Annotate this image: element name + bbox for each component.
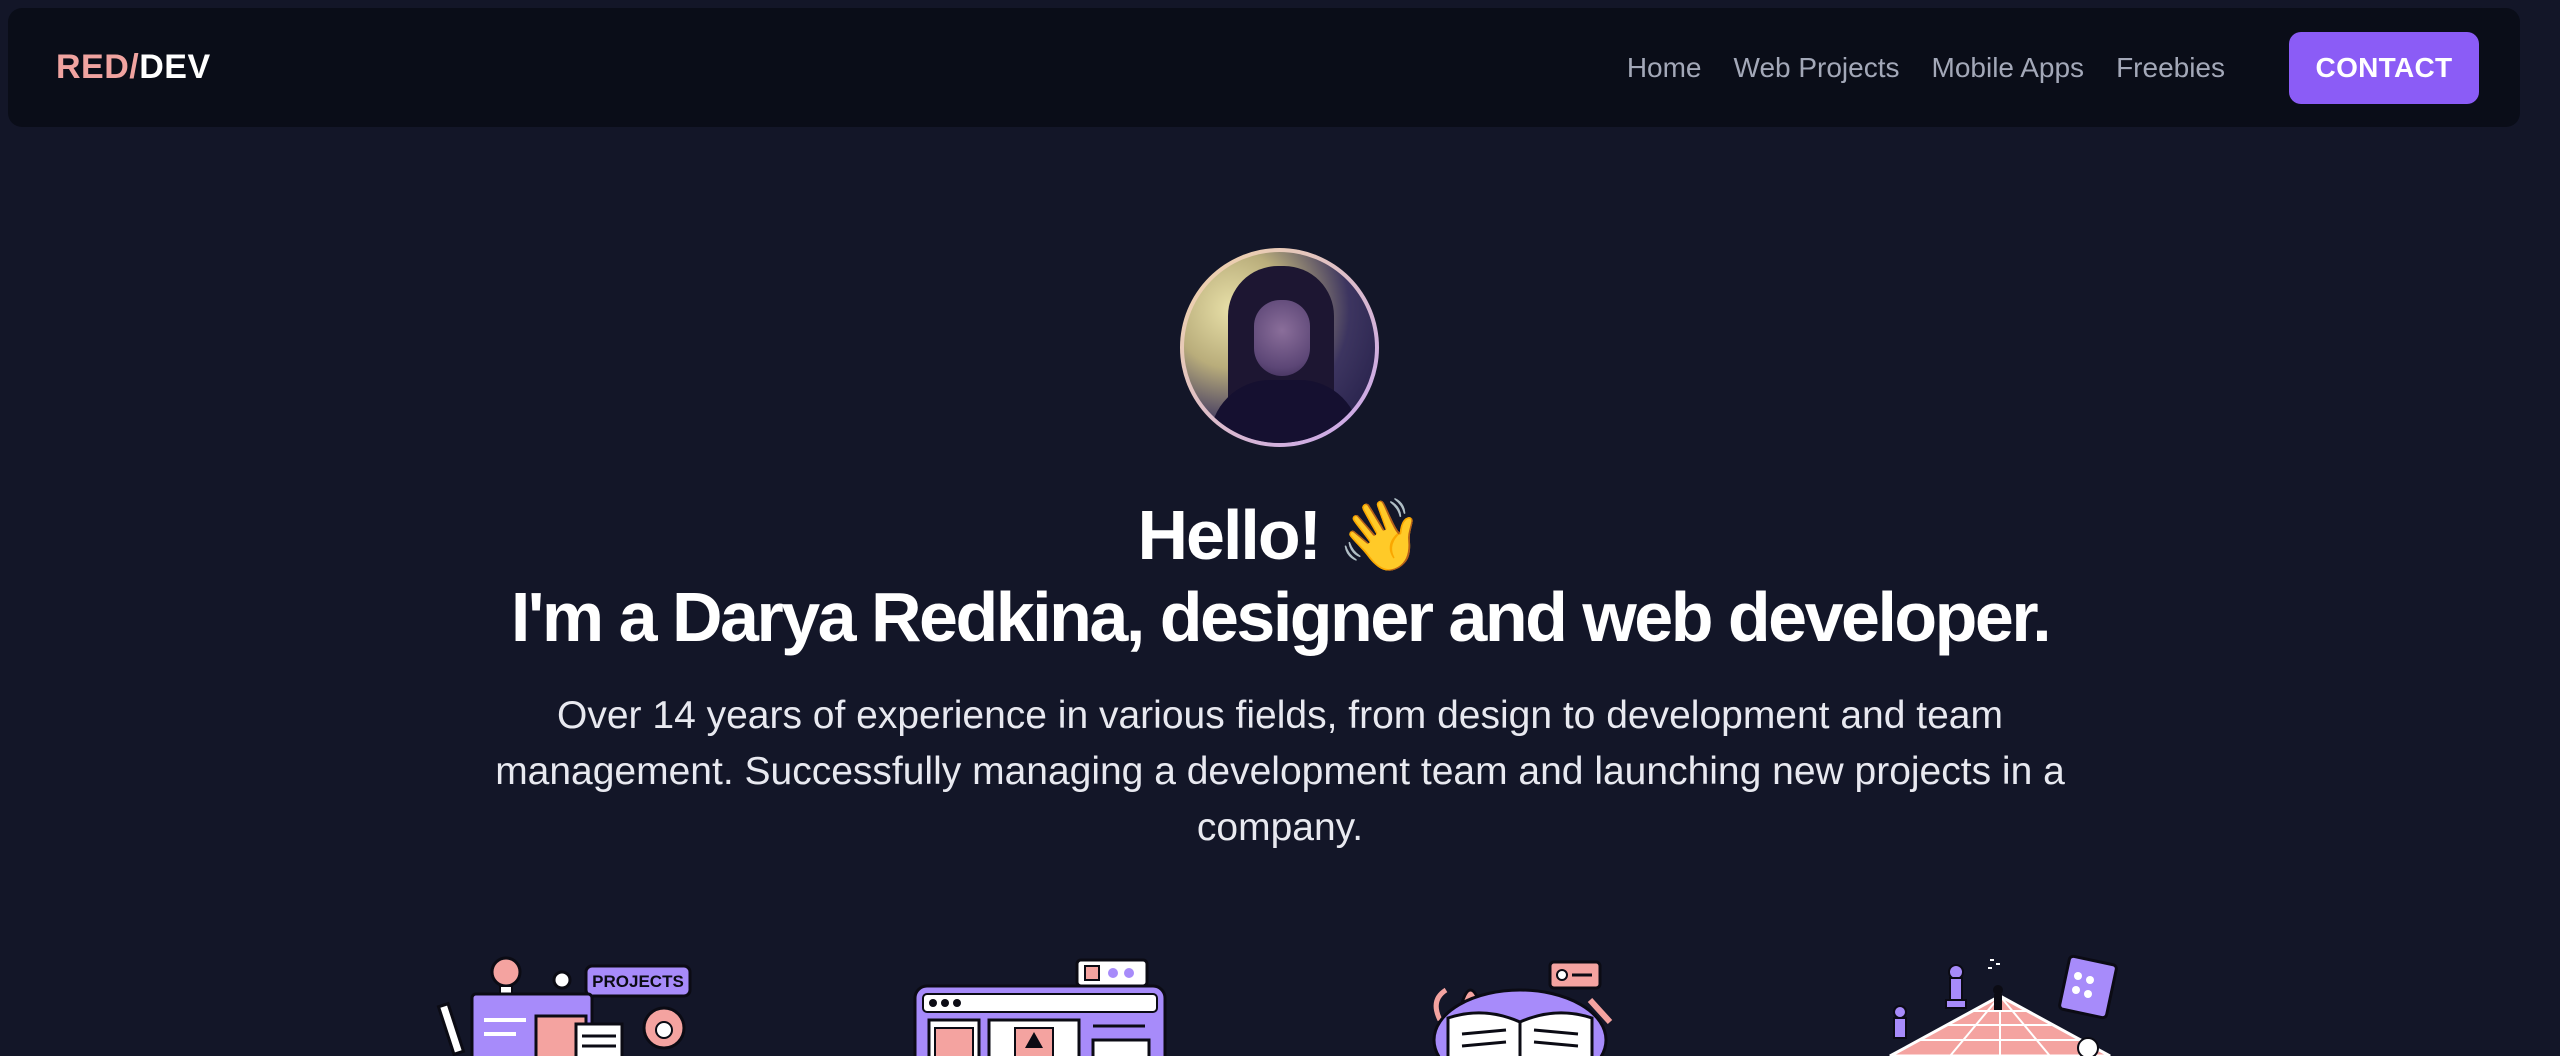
nav-link-freebies[interactable]: Freebies xyxy=(2116,52,2225,84)
top-navbar: RED / DEV Home Web Projects Mobile Apps … xyxy=(8,8,2520,127)
contact-button[interactable]: CONTACT xyxy=(2289,31,2479,104)
hello-heading: Hello! 👋 xyxy=(1137,496,1424,574)
logo-red-text: RED xyxy=(56,48,130,86)
nav-link-web-projects[interactable]: Web Projects xyxy=(1734,52,1900,84)
projects-label: PROJECTS xyxy=(592,972,684,991)
nav-links: Home Web Projects Mobile Apps Freebies xyxy=(1627,52,2225,84)
intro-heading: I'm a Darya Redkina, designer and web de… xyxy=(510,578,2052,656)
logo-separator: / xyxy=(129,48,140,86)
hero-section: Hello! 👋 I'm a Darya Redkina, designer a… xyxy=(0,0,2560,1056)
web-browser-illustration xyxy=(905,950,1175,1056)
hero-description: Over 14 years of experience in various f… xyxy=(495,694,2065,849)
open-book-illustration xyxy=(1400,950,1640,1056)
projects-illustration: PROJECTS xyxy=(436,950,696,1056)
nav-link-mobile-apps[interactable]: Mobile Apps xyxy=(1932,52,2085,84)
nav-right-group: Home Web Projects Mobile Apps Freebies C… xyxy=(1627,31,2479,104)
avatar xyxy=(1180,248,1379,447)
logo-dev-text: DEV xyxy=(139,48,211,86)
avatar-photo xyxy=(1184,252,1375,443)
nav-link-home[interactable]: Home xyxy=(1627,52,1702,84)
chess-board-illustration xyxy=(1870,950,2130,1056)
site-logo[interactable]: RED / DEV xyxy=(56,48,211,87)
